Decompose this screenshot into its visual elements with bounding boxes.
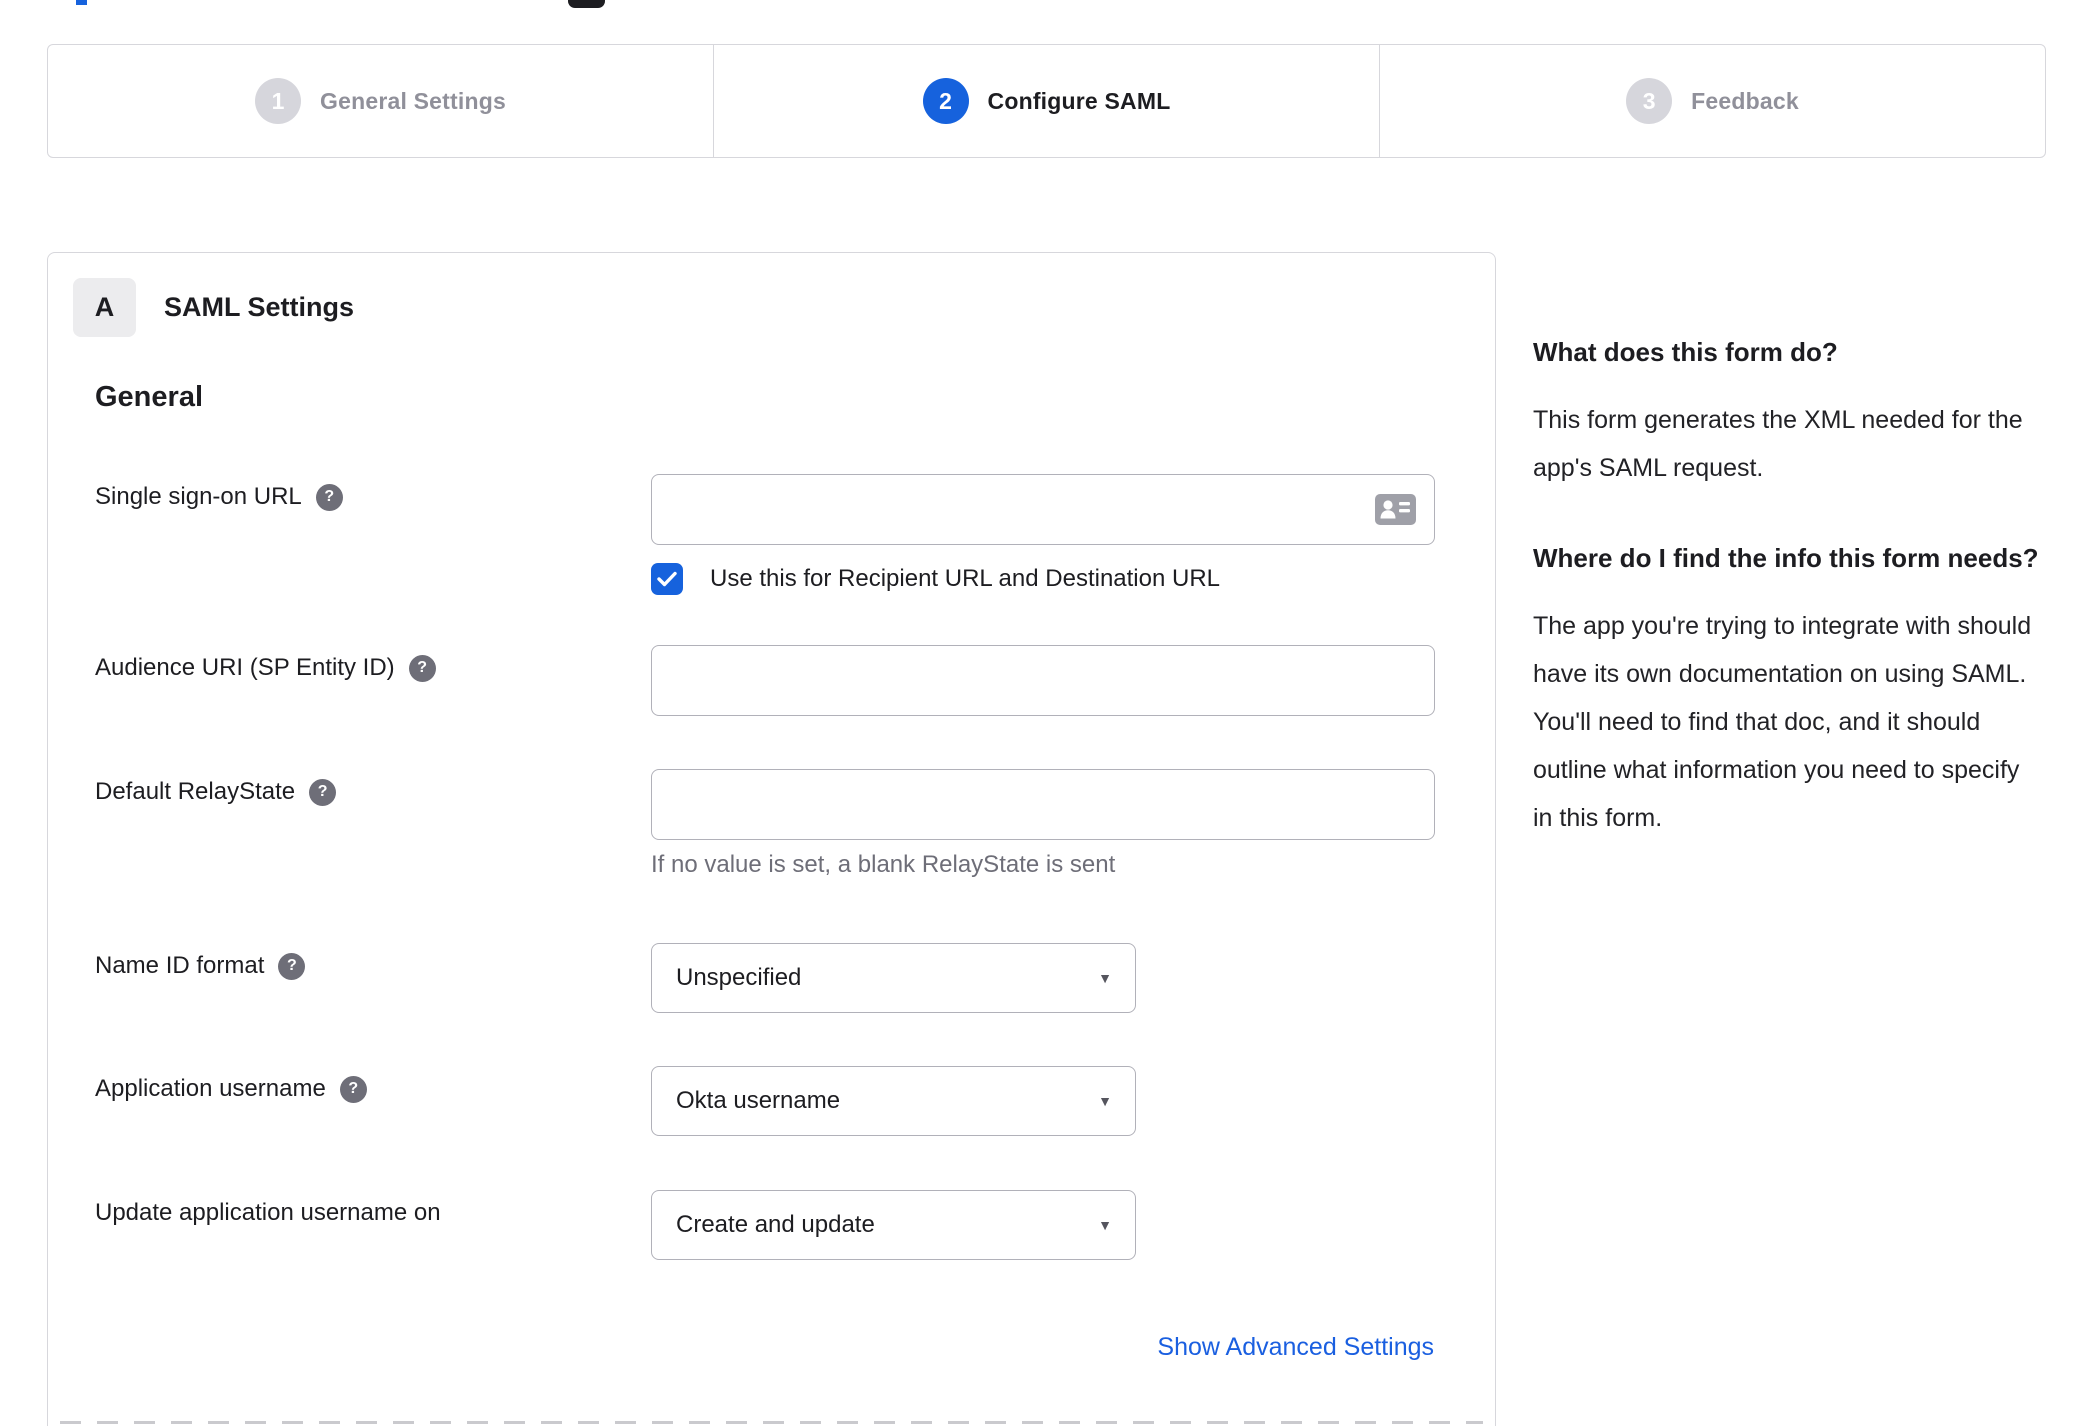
saml-settings-panel: A SAML Settings General Single sign-on U… xyxy=(47,252,1496,1426)
single-sign-on-url-input[interactable] xyxy=(651,474,1435,545)
section-a-badge: A xyxy=(73,278,136,337)
audience-uri-input[interactable] xyxy=(651,645,1435,716)
help-answer-2: The app you're trying to integrate with … xyxy=(1533,612,2032,832)
general-group-heading: General xyxy=(95,381,203,413)
section-title: SAML Settings xyxy=(164,292,355,322)
help-icon[interactable]: ? xyxy=(309,778,337,806)
application-username-select[interactable]: Okta username ▼ xyxy=(651,1066,1136,1136)
help-icon[interactable]: ? xyxy=(278,952,306,980)
recipient-url-checkbox-label[interactable]: Use this for Recipient URL and Destinati… xyxy=(710,565,1220,593)
update-application-username-select[interactable]: Create and update ▼ xyxy=(651,1190,1136,1260)
help-icon[interactable]: ? xyxy=(315,483,343,511)
help-icon[interactable]: ? xyxy=(339,1075,367,1103)
clipped-header-fragment xyxy=(76,0,87,5)
help-icon[interactable]: ? xyxy=(408,654,436,682)
step-number-badge: 1 xyxy=(255,78,301,124)
checkmark-icon xyxy=(657,571,677,587)
selected-value: Create and update xyxy=(676,1211,875,1238)
show-advanced-settings-link[interactable]: Show Advanced Settings xyxy=(1157,1333,1434,1362)
help-question-2: Where do I find the info this form needs… xyxy=(1533,543,2039,573)
step-number-badge: 2 xyxy=(922,78,969,124)
relaystate-helper-text: If no value is set, a blank RelayState i… xyxy=(651,851,1116,878)
step-general-settings[interactable]: 1 General Settings xyxy=(48,45,713,157)
section-dashed-divider xyxy=(60,1421,1483,1424)
help-sidebar: What does this form do? This form genera… xyxy=(1533,330,2043,886)
help-question-1: What does this form do? xyxy=(1533,337,1838,367)
recipient-url-checkbox[interactable] xyxy=(651,563,683,595)
step-label: Feedback xyxy=(1691,87,1799,114)
step-label: General Settings xyxy=(320,87,506,114)
chevron-down-icon: ▼ xyxy=(1098,1093,1112,1109)
single-sign-on-url-label: Single sign-on URL ? xyxy=(95,483,343,511)
clipped-header-icon-fragment xyxy=(568,0,605,8)
wizard-stepper: 1 General Settings 2 Configure SAML 3 Fe… xyxy=(47,44,2046,158)
name-id-format-label: Name ID format ? xyxy=(95,952,306,980)
selected-value: Okta username xyxy=(676,1087,841,1114)
step-feedback[interactable]: 3 Feedback xyxy=(1379,45,2045,157)
step-label: Configure SAML xyxy=(987,87,1171,114)
default-relaystate-label: Default RelayState ? xyxy=(95,778,337,806)
audience-uri-label: Audience URI (SP Entity ID) ? xyxy=(95,654,436,682)
update-application-username-label: Update application username on xyxy=(95,1199,441,1226)
step-number-badge: 3 xyxy=(1626,78,1673,124)
step-configure-saml[interactable]: 2 Configure SAML xyxy=(713,45,1379,157)
chevron-down-icon: ▼ xyxy=(1098,970,1112,986)
chevron-down-icon: ▼ xyxy=(1098,1217,1112,1233)
help-answer-1: This form generates the XML needed for t… xyxy=(1533,406,2023,482)
selected-value: Unspecified xyxy=(676,964,802,991)
default-relaystate-input[interactable] xyxy=(651,769,1435,840)
name-id-format-select[interactable]: Unspecified ▼ xyxy=(651,943,1136,1013)
application-username-label: Application username ? xyxy=(95,1075,367,1103)
